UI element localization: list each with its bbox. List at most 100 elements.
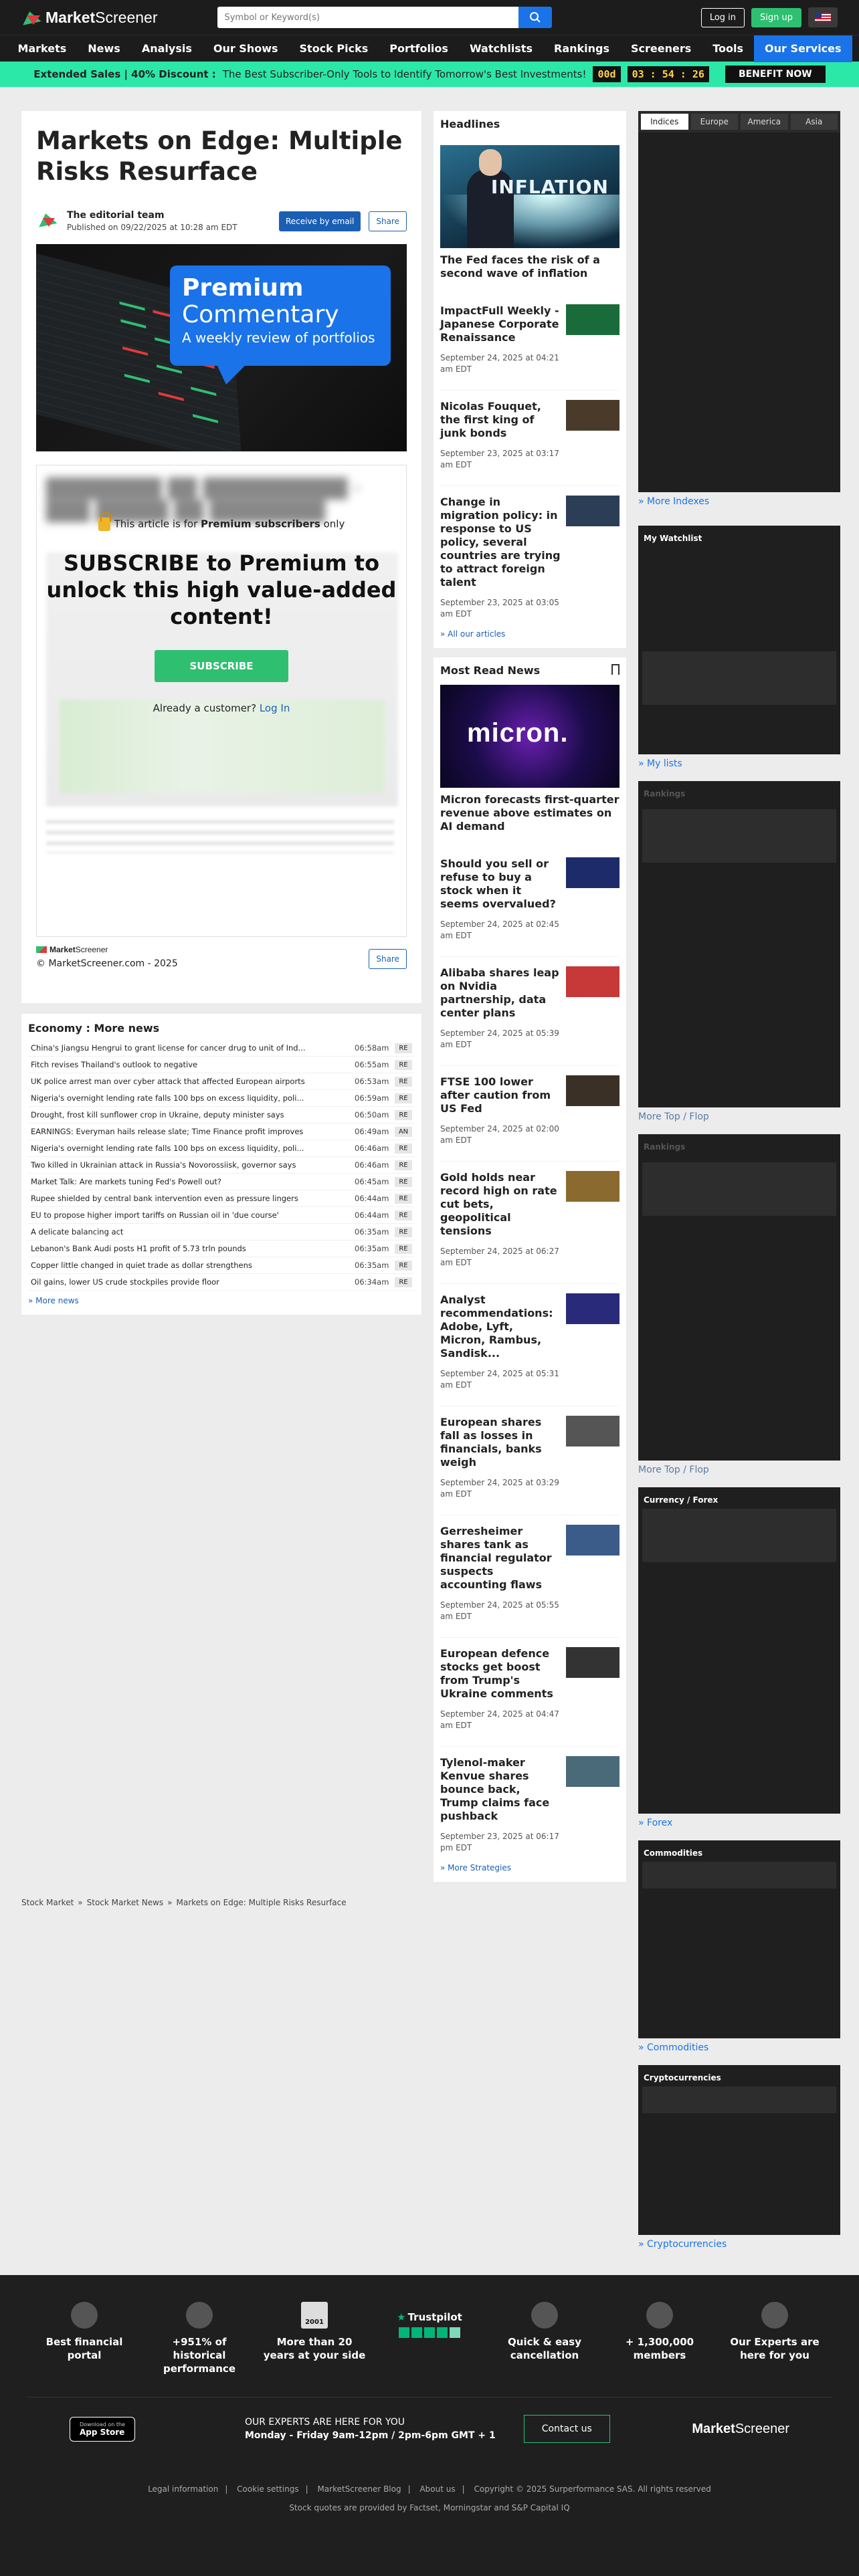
economy-news-row[interactable]: China's Jiangsu Hengrui to grant license… (28, 1040, 415, 1057)
promo-banner[interactable]: Extended Sales | 40% Discount : The Best… (0, 62, 859, 87)
share-button-bottom[interactable]: Share (369, 949, 407, 969)
item-title[interactable]: Should you sell or refuse to buy a stock… (440, 857, 561, 911)
economy-news-row[interactable]: Two killed in Ukrainian attack in Russia… (28, 1157, 415, 1174)
economy-news-row[interactable]: Oil gains, lower US crude stockpiles pro… (28, 1274, 415, 1291)
login-link[interactable]: Log In (260, 702, 290, 714)
mostread-item[interactable]: European defence stocks get boost from T… (440, 1637, 619, 1731)
more-top-flop-link-1[interactable]: More Top / Flop (638, 1111, 840, 1122)
footer-brand-logo[interactable]: MarketScreener (692, 2422, 789, 2437)
item-thumbnail[interactable] (566, 304, 619, 335)
nav-stock-picks[interactable]: Stock Picks (289, 35, 379, 62)
item-thumbnail[interactable] (566, 857, 619, 888)
mostread-item[interactable]: Gerresheimer shares tank as financial re… (440, 1515, 619, 1622)
commodities-link[interactable]: » Commodities (638, 2042, 840, 2053)
login-button[interactable]: Log in (700, 7, 745, 27)
item-title[interactable]: Nicolas Fouquet, the first king of junk … (440, 400, 561, 440)
mostread-item[interactable]: European shares fall as losses in financ… (440, 1406, 619, 1500)
promo-cta-button[interactable]: BENEFIT NOW (725, 66, 826, 83)
economy-news-row[interactable]: UK police arrest man over cyber attack t… (28, 1073, 415, 1090)
tab-asia[interactable]: Asia (790, 114, 838, 130)
item-title[interactable]: ImpactFull Weekly - Japanese Corporate R… (440, 304, 561, 344)
mostread-item[interactable]: Tylenol-maker Kenvue shares bounce back,… (440, 1746, 619, 1854)
news-title[interactable]: EU to propose higher import tariffs on R… (31, 1210, 355, 1220)
nav-our-shows[interactable]: Our Shows (203, 35, 289, 62)
tab-indices[interactable]: Indices (641, 114, 688, 130)
most-read-feature-title[interactable]: Micron forecasts first-quarter revenue a… (440, 793, 619, 833)
mostread-item[interactable]: FTSE 100 lower after caution from US Fed… (440, 1065, 619, 1146)
headlines-item[interactable]: ImpactFull Weekly - Japanese Corporate R… (440, 295, 619, 375)
micron-image[interactable]: micron. (440, 685, 619, 788)
item-title[interactable]: Change in migration policy: in response … (440, 496, 561, 589)
language-selector[interactable] (808, 7, 838, 27)
headlines-item[interactable]: Nicolas Fouquet, the first king of junk … (440, 390, 619, 471)
item-thumbnail[interactable] (566, 496, 619, 526)
economy-news-row[interactable]: Copper little changed in quiet trade as … (28, 1257, 415, 1274)
news-title[interactable]: Rupee shielded by central bank intervent… (31, 1194, 355, 1203)
tab-america[interactable]: America (741, 114, 788, 130)
item-title[interactable]: Gold holds near record high on rate cut … (440, 1171, 561, 1238)
news-title[interactable]: Two killed in Ukrainian attack in Russia… (31, 1160, 355, 1170)
item-title[interactable]: Analyst recommendations: Adobe, Lyft, Mi… (440, 1293, 561, 1360)
more-news-link[interactable]: » More news (28, 1296, 415, 1305)
search-input[interactable] (217, 7, 519, 28)
news-title[interactable]: Drought, frost kill sunflower crop in Uk… (31, 1110, 355, 1119)
nav-rankings[interactable]: Rankings (543, 35, 620, 62)
item-title[interactable]: European defence stocks get boost from T… (440, 1647, 561, 1701)
news-title[interactable]: Copper little changed in quiet trade as … (31, 1261, 355, 1270)
economy-news-row[interactable]: Lebanon's Bank Audi posts H1 profit of 5… (28, 1241, 415, 1257)
item-thumbnail[interactable] (566, 1756, 619, 1787)
receive-by-email-button[interactable]: Receive by email (278, 211, 361, 231)
share-button[interactable]: Share (369, 211, 407, 231)
breadcrumb-stock-market-news[interactable]: Stock Market News (87, 1898, 164, 1907)
mostread-item[interactable]: Analyst recommendations: Adobe, Lyft, Mi… (440, 1283, 619, 1391)
app-store-badge[interactable]: Download on the App Store (70, 2416, 135, 2442)
nav-markets[interactable]: Markets (7, 35, 77, 62)
nav-our-services[interactable]: Our Services (754, 35, 852, 62)
news-title[interactable]: Oil gains, lower US crude stockpiles pro… (31, 1277, 355, 1287)
economy-news-row[interactable]: Drought, frost kill sunflower crop in Uk… (28, 1107, 415, 1123)
crypto-link[interactable]: » Cryptocurrencies (638, 2239, 840, 2250)
article-author[interactable]: The editorial team (67, 210, 237, 221)
item-thumbnail[interactable] (566, 1647, 619, 1678)
site-logo[interactable]: MarketScreener (21, 9, 157, 27)
subscribe-button[interactable]: SUBSCRIBE (155, 650, 288, 682)
news-title[interactable]: Nigeria's overnight lending rate falls 1… (31, 1093, 355, 1103)
inflation-image[interactable]: INFLATION (440, 145, 619, 248)
item-thumbnail[interactable] (566, 966, 619, 997)
all-articles-link[interactable]: » All our articles (440, 629, 619, 639)
mostread-item[interactable]: Gold holds near record high on rate cut … (440, 1161, 619, 1269)
more-strategies-link[interactable]: » More Strategies (440, 1863, 619, 1872)
economy-news-row[interactable]: Nigeria's overnight lending rate falls 1… (28, 1090, 415, 1107)
item-title[interactable]: FTSE 100 lower after caution from US Fed (440, 1075, 561, 1115)
economy-news-row[interactable]: A delicate balancing act 06:35am RE (28, 1224, 415, 1241)
economy-news-row[interactable]: EU to propose higher import tariffs on R… (28, 1207, 415, 1224)
nav-screeners[interactable]: Screeners (620, 35, 702, 62)
item-thumbnail[interactable] (566, 1075, 619, 1106)
news-title[interactable]: UK police arrest man over cyber attack t… (31, 1077, 355, 1086)
nav-analysis[interactable]: Analysis (131, 35, 203, 62)
my-lists-link[interactable]: » My lists (638, 758, 840, 769)
more-indexes-link[interactable]: » More Indexes (638, 496, 840, 507)
item-title[interactable]: Alibaba shares leap on Nvidia partnershi… (440, 966, 561, 1020)
legal-link[interactable]: Legal information (148, 2484, 218, 2494)
economy-news-row[interactable]: Market Talk: Are markets tuning Fed's Po… (28, 1174, 415, 1190)
about-link[interactable]: About us (419, 2484, 455, 2494)
cookie-settings-link[interactable]: Cookie settings (237, 2484, 298, 2494)
news-title[interactable]: Market Talk: Are markets tuning Fed's Po… (31, 1177, 355, 1186)
more-top-flop-link-2[interactable]: More Top / Flop (638, 1465, 840, 1475)
news-title[interactable]: EARNINGS: Everyman hails release slate; … (31, 1127, 355, 1136)
nav-portfolios[interactable]: Portfolios (379, 35, 459, 62)
economy-news-row[interactable]: Fitch revises Thailand's outlook to nega… (28, 1057, 415, 1073)
item-thumbnail[interactable] (566, 400, 619, 431)
item-thumbnail[interactable] (566, 1171, 619, 1202)
item-title[interactable]: Tylenol-maker Kenvue shares bounce back,… (440, 1756, 561, 1823)
nav-tools[interactable]: Tools (702, 35, 754, 62)
contact-us-button[interactable]: Contact us (523, 2415, 610, 2443)
news-title[interactable]: China's Jiangsu Hengrui to grant license… (31, 1043, 355, 1053)
news-title[interactable]: Lebanon's Bank Audi posts H1 profit of 5… (31, 1244, 355, 1253)
news-title[interactable]: A delicate balancing act (31, 1227, 355, 1237)
economy-news-row[interactable]: EARNINGS: Everyman hails release slate; … (28, 1123, 415, 1140)
mostread-item[interactable]: Alibaba shares leap on Nvidia partnershi… (440, 956, 619, 1051)
search-button[interactable] (518, 7, 553, 28)
feature-trustpilot[interactable]: ★ Trustpilot (376, 2302, 483, 2375)
